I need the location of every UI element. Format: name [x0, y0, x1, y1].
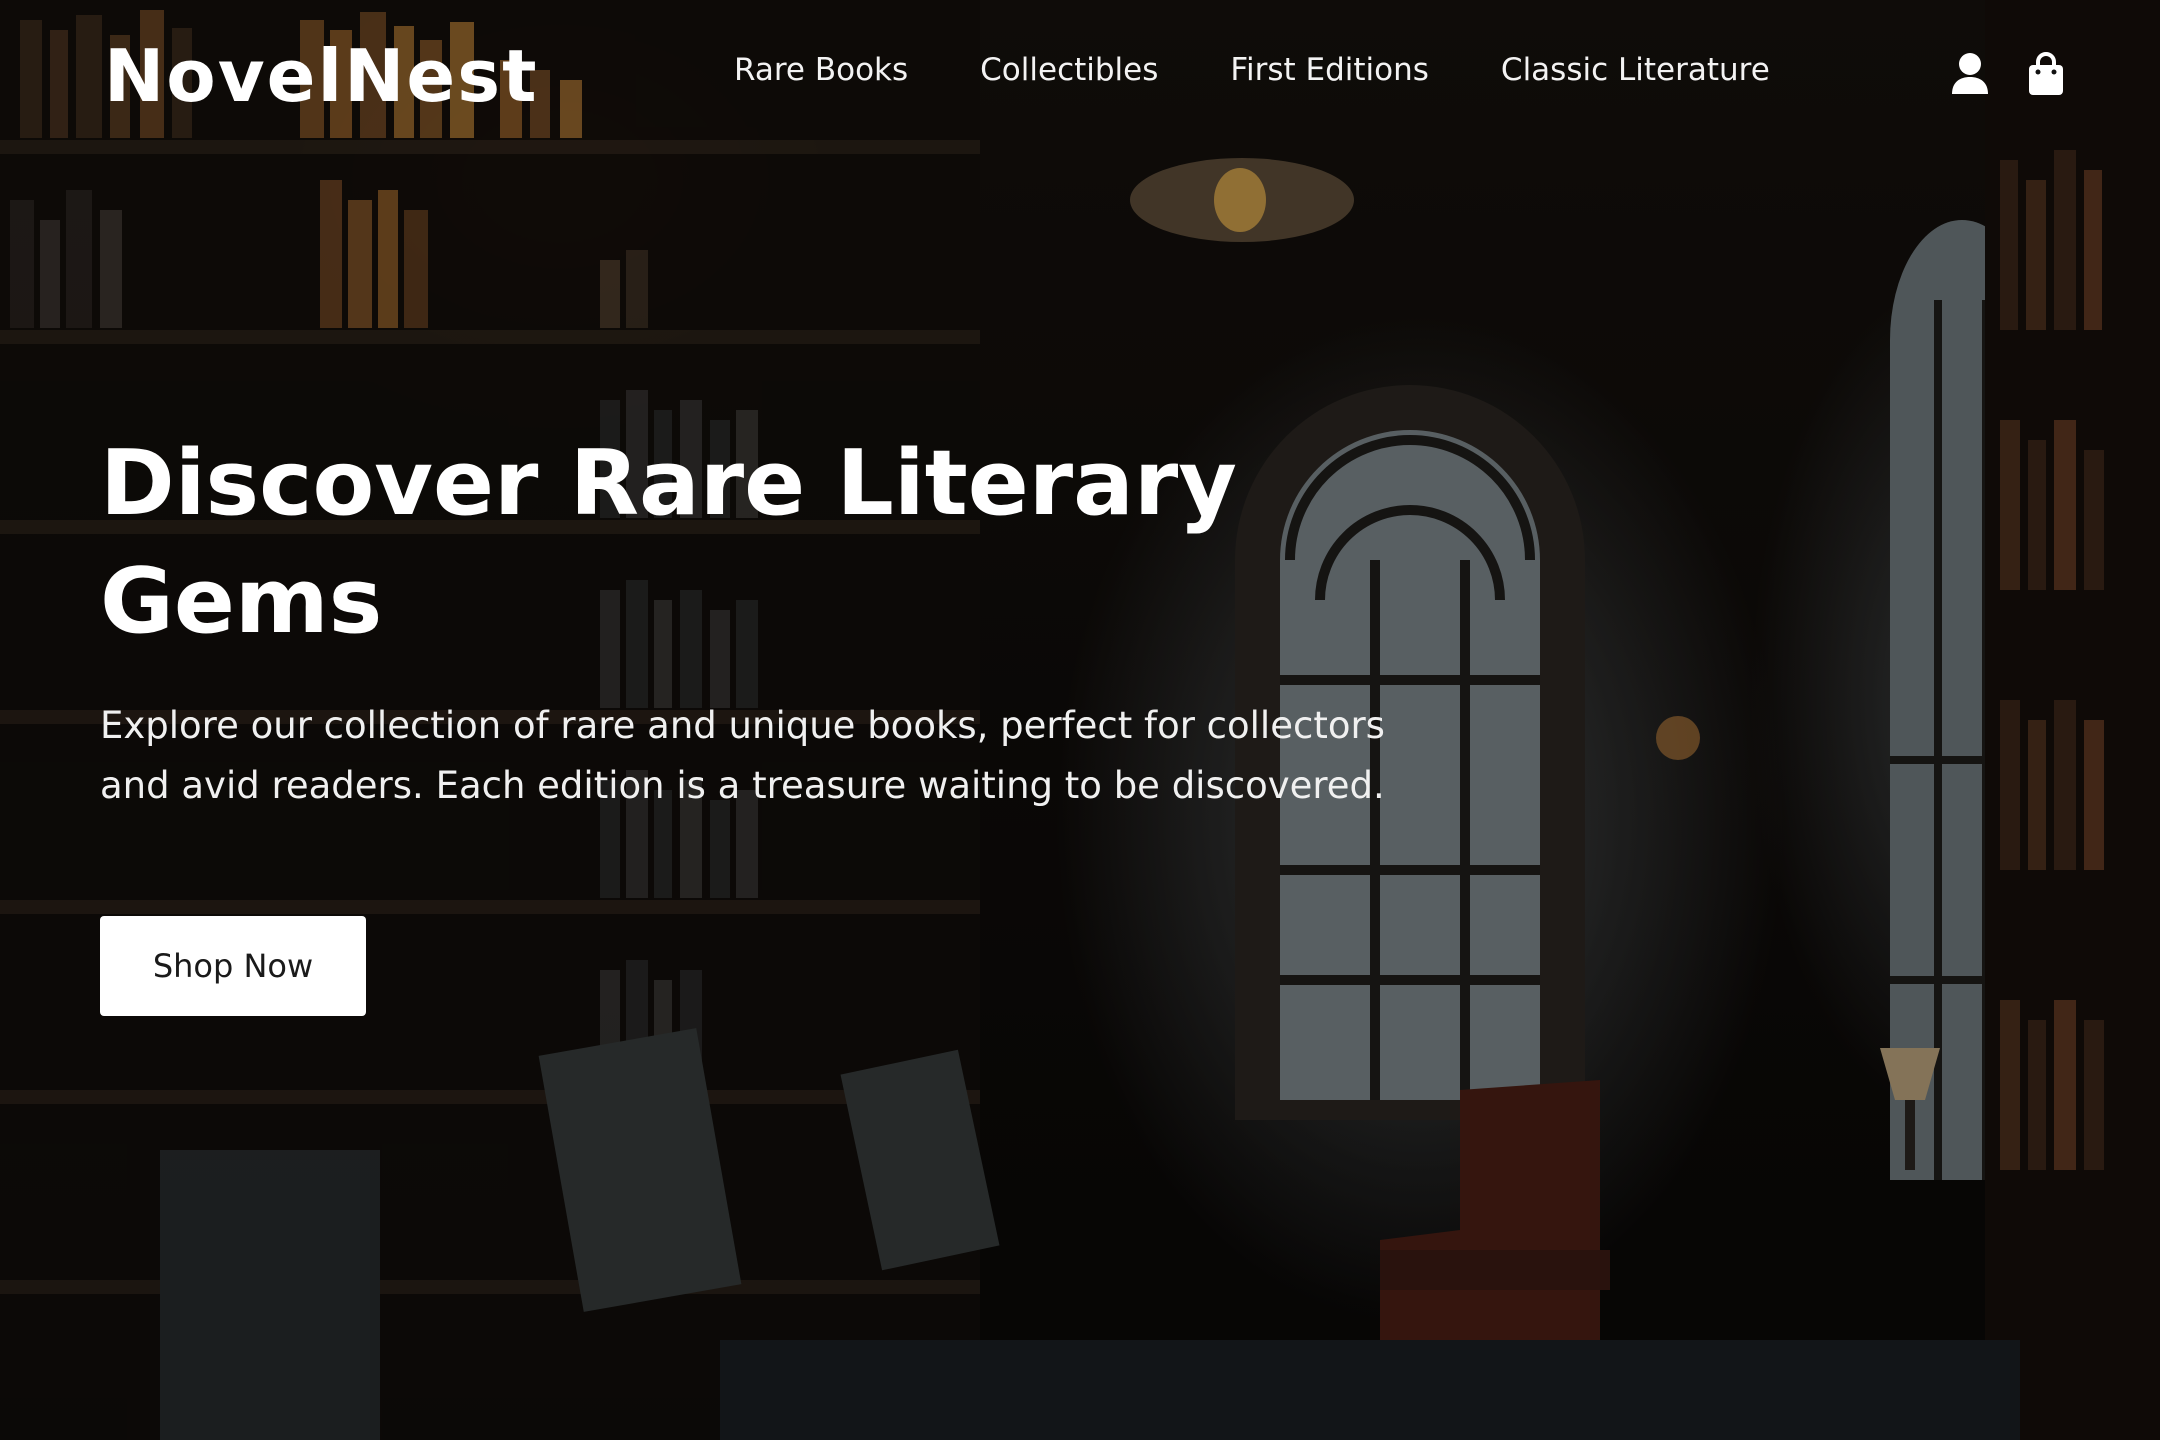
nav-item-rare-books[interactable]: Rare Books	[734, 52, 908, 88]
nav-item-collectibles[interactable]: Collectibles	[980, 52, 1158, 88]
main-navigation: Rare Books Collectibles First Editions C…	[734, 52, 1770, 88]
shop-now-button[interactable]: Shop Now	[100, 916, 366, 1016]
site-header: NovelNest Rare Books Collectibles First …	[0, 0, 2160, 150]
shopping-bag-icon[interactable]	[2026, 52, 2066, 96]
hero-title: Discover Rare Literary Gems	[100, 431, 1237, 654]
brand-logo[interactable]: NovelNest	[104, 34, 539, 118]
nav-item-classic-literature[interactable]: Classic Literature	[1501, 52, 1770, 88]
hero-description: Explore our collection of rare and uniqu…	[100, 704, 1385, 807]
nav-item-first-editions[interactable]: First Editions	[1230, 52, 1429, 88]
header-icons	[1950, 52, 2066, 96]
hero-section: NovelNest Rare Books Collectibles First …	[0, 0, 2160, 1440]
user-icon[interactable]	[1950, 52, 1990, 96]
